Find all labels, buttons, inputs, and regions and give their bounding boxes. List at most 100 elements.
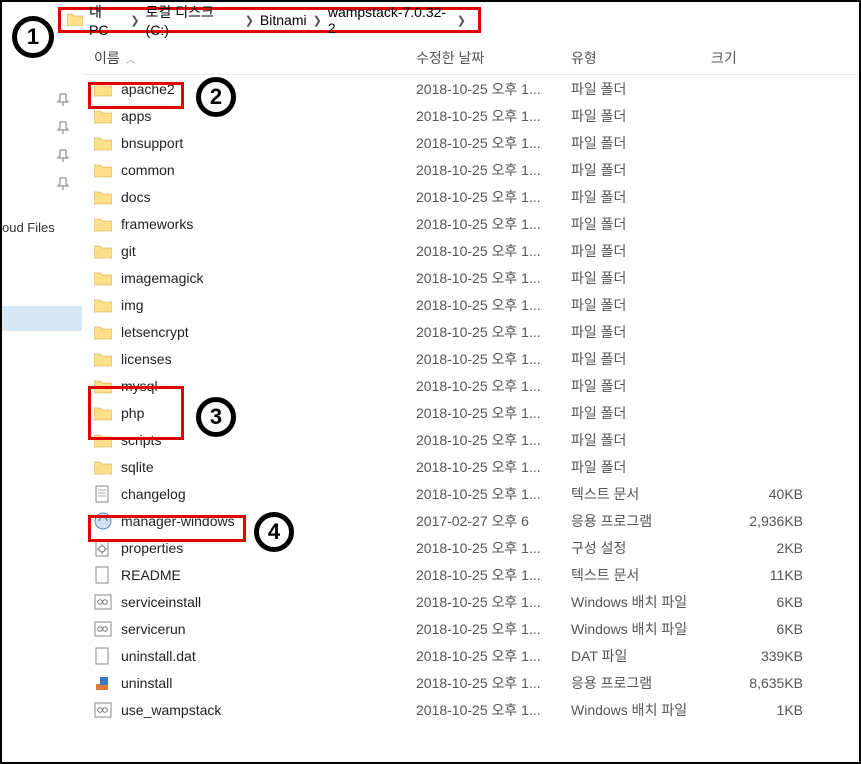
sidebar: oud Files — [2, 42, 82, 742]
sidebar-pin-item[interactable] — [2, 114, 82, 142]
file-row[interactable]: scripts2018-10-25 오후 1...파일 폴더 — [82, 426, 857, 453]
file-name: serviceinstall — [121, 594, 201, 610]
file-type: 파일 폴더 — [571, 457, 711, 477]
file-size: 2KB — [711, 540, 821, 556]
file-date: 2018-10-25 오후 1... — [416, 619, 571, 639]
chevron-right-icon: ❯ — [245, 14, 254, 27]
file-name: manager-windows — [121, 513, 235, 529]
file-row[interactable]: php 2018-10-25 오후 1...파일 폴더 — [82, 399, 857, 426]
file-type: Windows 배치 파일 — [571, 592, 711, 612]
file-row[interactable]: licenses2018-10-25 오후 1...파일 폴더 — [82, 345, 857, 372]
folder-icon — [94, 404, 112, 422]
file-date: 2018-10-25 오후 1... — [416, 187, 571, 207]
sidebar-pin-item[interactable] — [2, 142, 82, 170]
folder-icon — [94, 377, 112, 395]
file-name: use_wampstack — [121, 702, 221, 718]
file-row[interactable]: imagemagick2018-10-25 오후 1...파일 폴더 — [82, 264, 857, 291]
sidebar-selected-item[interactable] — [2, 306, 82, 331]
file-date: 2018-10-25 오후 1... — [416, 214, 571, 234]
folder-icon — [94, 323, 112, 341]
sidebar-pin-item[interactable] — [2, 170, 82, 198]
uninstall-icon — [94, 674, 112, 692]
file-row[interactable]: use_wampstack2018-10-25 오후 1...Windows 배… — [82, 696, 857, 723]
file-date: 2018-10-25 오후 1... — [416, 592, 571, 612]
folder-icon — [94, 431, 112, 449]
file-row[interactable]: README2018-10-25 오후 1...텍스트 문서11KB — [82, 561, 857, 588]
address-bar[interactable]: 내 PC ❯ 로컬 디스크 (C:) ❯ Bitnami ❯ wampstack… — [58, 7, 481, 33]
folder-icon — [94, 458, 112, 476]
file-name: scripts — [121, 432, 161, 448]
folder-icon — [94, 134, 112, 152]
file-row[interactable]: bnsupport2018-10-25 오후 1...파일 폴더 — [82, 129, 857, 156]
text-icon — [94, 485, 112, 503]
file-row[interactable]: common2018-10-25 오후 1...파일 폴더 — [82, 156, 857, 183]
file-type: 파일 폴더 — [571, 349, 711, 369]
file-row[interactable]: apps 2018-10-25 오후 1...파일 폴더 — [82, 102, 857, 129]
file-row[interactable]: frameworks2018-10-25 오후 1...파일 폴더 — [82, 210, 857, 237]
column-size[interactable]: 크기 — [711, 48, 821, 68]
batch-icon — [94, 701, 112, 719]
file-type: 텍스트 문서 — [571, 484, 711, 504]
folder-icon — [94, 188, 112, 206]
file-row[interactable]: apache22018-10-25 오후 1...파일 폴더 — [82, 75, 857, 102]
breadcrumb-item[interactable]: wampstack-7.0.32-2 — [328, 4, 451, 36]
file-row[interactable]: sqlite2018-10-25 오후 1...파일 폴더 — [82, 453, 857, 480]
file-row[interactable]: letsencrypt2018-10-25 오후 1...파일 폴더 — [82, 318, 857, 345]
file-row[interactable]: changelog2018-10-25 오후 1...텍스트 문서40KB — [82, 480, 857, 507]
file-size: 6KB — [711, 594, 821, 610]
file-type: 파일 폴더 — [571, 106, 711, 126]
file-type: Windows 배치 파일 — [571, 700, 711, 720]
file-size: 339KB — [711, 648, 821, 664]
file-name: docs — [121, 189, 151, 205]
file-type: 응용 프로그램 — [571, 673, 711, 693]
column-name[interactable]: 이름︿ — [94, 48, 416, 68]
folder-icon — [94, 80, 112, 98]
column-headers: 이름︿ 수정한 날짜 유형 크기 — [82, 42, 857, 75]
file-row[interactable]: properties2018-10-25 오후 1...구성 설정2KB — [82, 534, 857, 561]
file-date: 2018-10-25 오후 1... — [416, 484, 571, 504]
breadcrumb-item[interactable]: 내 PC — [89, 2, 124, 38]
file-row[interactable]: mysql2018-10-25 오후 1...파일 폴더 — [82, 372, 857, 399]
file-date: 2018-10-25 오후 1... — [416, 403, 571, 423]
file-name: imagemagick — [121, 270, 203, 286]
file-type: 파일 폴더 — [571, 403, 711, 423]
file-size: 6KB — [711, 621, 821, 637]
file-row[interactable]: serviceinstall 2018-10-25 오후 1...Windows … — [82, 588, 857, 615]
file-type: 파일 폴더 — [571, 160, 711, 180]
file-date: 2018-10-25 오후 1... — [416, 106, 571, 126]
column-type[interactable]: 유형 — [571, 48, 711, 68]
file-row[interactable]: uninstall.dat2018-10-25 오후 1...DAT 파일339… — [82, 642, 857, 669]
file-icon — [94, 566, 112, 584]
breadcrumb-item[interactable]: Bitnami — [260, 12, 307, 28]
column-date[interactable]: 수정한 날짜 — [416, 48, 571, 68]
file-date: 2018-10-25 오후 1... — [416, 565, 571, 585]
file-name: img — [121, 297, 144, 313]
file-date: 2018-10-25 오후 1... — [416, 322, 571, 342]
chevron-right-icon: ❯ — [457, 14, 466, 27]
file-name: uninstall.dat — [121, 648, 196, 664]
sidebar-pin-item[interactable] — [2, 86, 82, 114]
file-row[interactable]: manager-windows 2017-02-27 오후 6응용 프로그램2,9… — [82, 507, 857, 534]
file-size: 2,936KB — [711, 513, 821, 529]
file-name: apps — [121, 108, 151, 124]
file-row[interactable]: git2018-10-25 오후 1...파일 폴더 — [82, 237, 857, 264]
file-name: php — [121, 405, 144, 421]
file-size: 8,635KB — [711, 675, 821, 691]
file-date: 2018-10-25 오후 1... — [416, 241, 571, 261]
file-type: 파일 폴더 — [571, 214, 711, 234]
file-row[interactable]: servicerun2018-10-25 오후 1...Windows 배치 파… — [82, 615, 857, 642]
folder-icon — [94, 269, 112, 287]
file-type: 파일 폴더 — [571, 268, 711, 288]
file-type: 텍스트 문서 — [571, 565, 711, 585]
breadcrumb-item[interactable]: 로컬 디스크 (C:) — [146, 2, 239, 38]
folder-icon — [94, 215, 112, 233]
file-type: Windows 배치 파일 — [571, 619, 711, 639]
sidebar-cloud-files[interactable]: oud Files — [2, 214, 82, 241]
file-row[interactable]: uninstall2018-10-25 오후 1...응용 프로그램8,635K… — [82, 669, 857, 696]
file-row[interactable]: docs2018-10-25 오후 1...파일 폴더 — [82, 183, 857, 210]
file-icon — [94, 647, 112, 665]
file-date: 2017-02-27 오후 6 — [416, 511, 571, 531]
file-type: 파일 폴더 — [571, 295, 711, 315]
file-row[interactable]: img2018-10-25 오후 1...파일 폴더 — [82, 291, 857, 318]
file-type: 응용 프로그램 — [571, 511, 711, 531]
